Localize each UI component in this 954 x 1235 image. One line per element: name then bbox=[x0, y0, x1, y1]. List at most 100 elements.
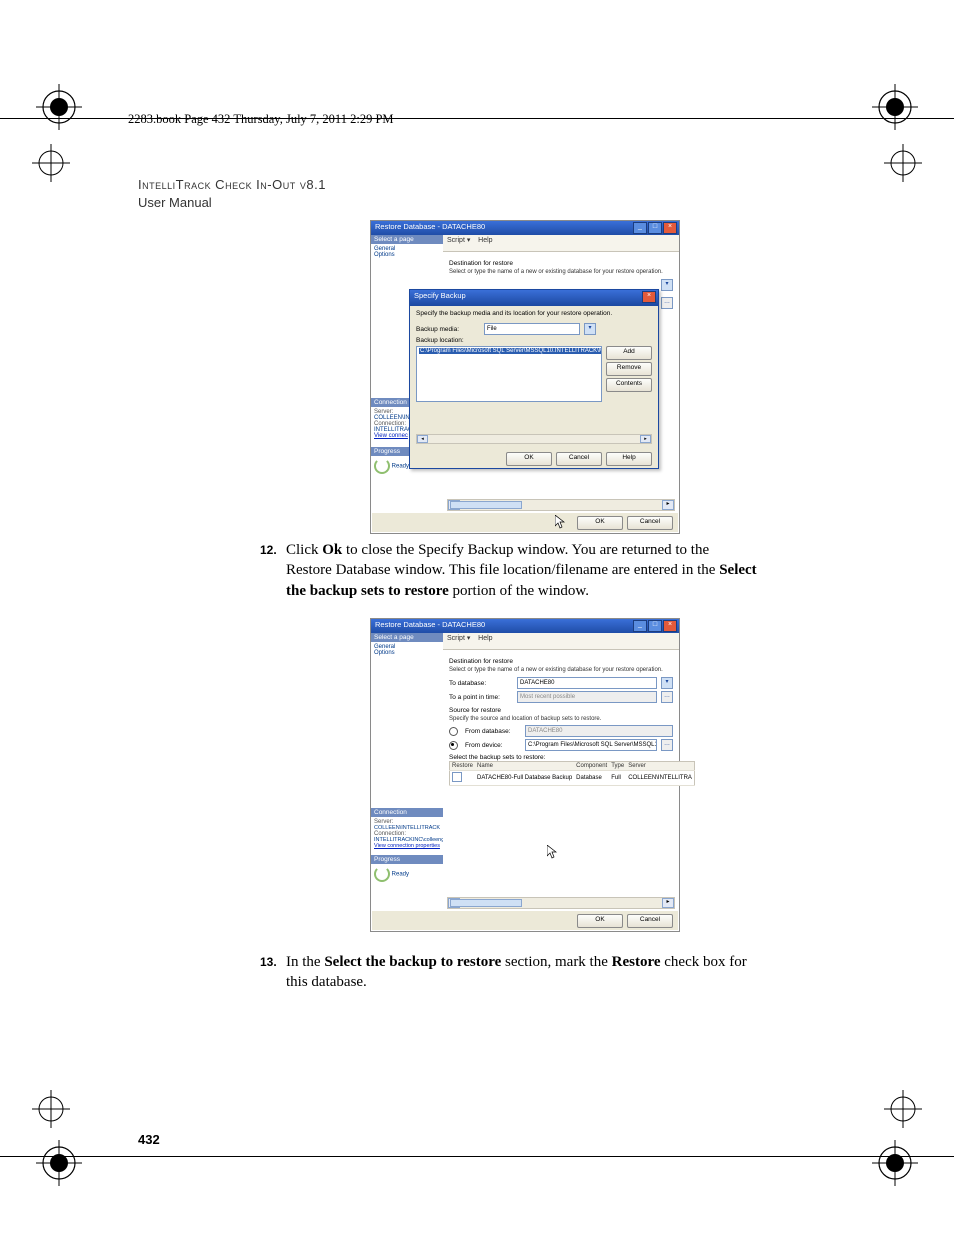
script-menu[interactable]: Script ▾ bbox=[447, 635, 470, 642]
help-menu[interactable]: Help bbox=[478, 635, 492, 642]
remove-button[interactable]: Remove bbox=[606, 362, 652, 376]
from-device-browse-button[interactable]: … bbox=[661, 739, 673, 751]
col-server[interactable]: Server bbox=[626, 762, 694, 771]
minimize-button[interactable]: _ bbox=[633, 620, 647, 632]
backup-media-select[interactable]: File bbox=[484, 323, 580, 335]
to-db-label: To database: bbox=[449, 680, 513, 687]
from-device-radio[interactable] bbox=[449, 741, 458, 750]
specify-backup-dialog: Specify Backup × Specify the backup medi… bbox=[409, 289, 659, 469]
close-button[interactable]: × bbox=[663, 222, 677, 234]
to-db-dropdown-arrow-icon[interactable]: ▾ bbox=[661, 279, 673, 291]
t: Ok bbox=[322, 542, 342, 558]
step-13-number: 13. bbox=[260, 954, 277, 970]
horizontal-scrollbar[interactable]: ◂ ▸ bbox=[447, 499, 675, 511]
add-button[interactable]: Add bbox=[606, 346, 652, 360]
contents-button[interactable]: Contents bbox=[606, 378, 652, 392]
from-device-input[interactable]: C:\Program Files\Microsoft SQL Server\MS… bbox=[525, 739, 657, 751]
modal-cancel-button[interactable]: Cancel bbox=[556, 452, 602, 466]
backup-media-dropdown-icon[interactable]: ▾ bbox=[584, 323, 596, 335]
step-13-text: 13. In the Select the backup to restore … bbox=[286, 952, 758, 993]
doc-title-line2: User Manual bbox=[138, 194, 326, 212]
progress-ring-icon bbox=[374, 866, 390, 882]
scroll-right-icon[interactable]: ▸ bbox=[640, 435, 651, 443]
restore-database-window-2: Restore Database - DATACHE80 _ □ × Selec… bbox=[370, 618, 680, 932]
from-database-radio[interactable] bbox=[449, 727, 458, 736]
crop-target-icon bbox=[28, 1086, 74, 1132]
cell-component: Database bbox=[574, 771, 609, 786]
modal-help-text: Specify the backup media and its locatio… bbox=[416, 310, 652, 317]
minimize-button[interactable]: _ bbox=[633, 222, 647, 234]
window-title: Restore Database - DATACHE80 bbox=[375, 222, 485, 231]
backup-location-label: Backup location: bbox=[416, 337, 480, 344]
registration-mark-icon bbox=[872, 1140, 918, 1186]
page-options[interactable]: Options bbox=[374, 650, 440, 656]
from-device-label: From device: bbox=[465, 742, 521, 749]
modal-hscroll[interactable]: ◂ ▸ bbox=[416, 434, 652, 444]
select-page-header: Select a page bbox=[371, 235, 443, 244]
t: Select the backup to restore bbox=[324, 954, 501, 970]
view-connection-link[interactable]: View connection properties bbox=[374, 843, 440, 849]
table-row[interactable]: DATACHE80-Full Database Backup Database … bbox=[450, 771, 695, 786]
restore-database-window: Restore Database - DATACHE80 _ □ × Selec… bbox=[370, 220, 680, 534]
sets-label: Select the backup sets to restore: bbox=[449, 754, 673, 761]
select-page-header: Select a page bbox=[371, 633, 443, 642]
doc-title: IntelliTrack Check In-Out v8.1 User Manu… bbox=[138, 176, 326, 211]
col-component[interactable]: Component bbox=[574, 762, 609, 771]
modal-ok-button[interactable]: OK bbox=[506, 452, 552, 466]
col-name[interactable]: Name bbox=[475, 762, 574, 771]
toolbar: Script ▾ Help bbox=[443, 235, 679, 252]
crop-line-bottom bbox=[0, 1156, 954, 1157]
restore-checkbox[interactable] bbox=[452, 772, 462, 782]
ok-button[interactable]: OK bbox=[577, 914, 623, 928]
scroll-right-icon[interactable]: ▸ bbox=[662, 500, 674, 510]
cell-type: Full bbox=[609, 771, 626, 786]
maximize-button[interactable]: □ bbox=[648, 620, 662, 632]
scroll-thumb[interactable] bbox=[450, 899, 522, 907]
cancel-button[interactable]: Cancel bbox=[627, 914, 673, 928]
modal-titlebar[interactable]: Specify Backup × bbox=[410, 290, 658, 306]
browse-button[interactable]: … bbox=[661, 297, 673, 309]
to-point-label: To a point in time: bbox=[449, 694, 513, 701]
to-db-input[interactable]: DATACHE80 bbox=[517, 677, 657, 689]
from-db-label: From database: bbox=[465, 728, 521, 735]
scroll-left-icon[interactable]: ◂ bbox=[417, 435, 428, 443]
horizontal-scrollbar[interactable]: ◂ ▸ bbox=[447, 897, 675, 909]
backup-media-label: Backup media: bbox=[416, 326, 480, 333]
src-help: Specify the source and location of backu… bbox=[449, 716, 673, 722]
doc-title-line1: IntelliTrack Check In-Out v8.1 bbox=[138, 176, 326, 194]
cursor-icon bbox=[555, 515, 565, 529]
help-menu[interactable]: Help bbox=[478, 237, 492, 244]
toolbar: Script ▾ Help bbox=[443, 633, 679, 650]
close-button[interactable]: × bbox=[663, 620, 677, 632]
progress-header: Progress bbox=[371, 855, 443, 864]
page-number: 432 bbox=[138, 1132, 160, 1147]
cancel-button[interactable]: Cancel bbox=[627, 516, 673, 530]
t: In the bbox=[286, 954, 324, 970]
progress-ready: Ready bbox=[392, 464, 409, 470]
scroll-right-icon[interactable]: ▸ bbox=[662, 898, 674, 908]
col-restore[interactable]: Restore bbox=[450, 762, 476, 771]
t: Restore bbox=[612, 954, 661, 970]
col-type[interactable]: Type bbox=[609, 762, 626, 771]
step-12-text: 12. Click Ok to close the Specify Backup… bbox=[286, 540, 758, 601]
backup-location-list[interactable]: C:\Program Files\Microsoft SQL Server\MS… bbox=[416, 346, 602, 402]
ok-button[interactable]: OK bbox=[577, 516, 623, 530]
to-point-browse-button[interactable]: … bbox=[661, 691, 673, 703]
from-db-input: DATACHE80 bbox=[525, 725, 673, 737]
left-pane: Select a page General Options Connection… bbox=[371, 633, 444, 911]
page-options[interactable]: Options bbox=[374, 252, 440, 258]
script-menu[interactable]: Script ▾ bbox=[447, 237, 470, 244]
crop-target-icon bbox=[880, 140, 926, 186]
maximize-button[interactable]: □ bbox=[648, 222, 662, 234]
right-pane: Script ▾ Help Destination for restore Se… bbox=[443, 633, 679, 911]
dest-header: Destination for restore bbox=[449, 658, 673, 665]
to-db-dropdown-icon[interactable]: ▾ bbox=[661, 677, 673, 689]
backup-sets-table: Restore Name Component Type Server DATAC… bbox=[449, 761, 695, 786]
modal-close-button[interactable]: × bbox=[642, 291, 656, 303]
backup-location-item[interactable]: C:\Program Files\Microsoft SQL Server\MS… bbox=[419, 348, 602, 354]
dest-header: Destination for restore bbox=[449, 260, 673, 267]
connection-header: Connection bbox=[371, 808, 443, 817]
scroll-thumb[interactable] bbox=[450, 501, 522, 509]
modal-help-button[interactable]: Help bbox=[606, 452, 652, 466]
t: section, mark the bbox=[501, 954, 611, 970]
